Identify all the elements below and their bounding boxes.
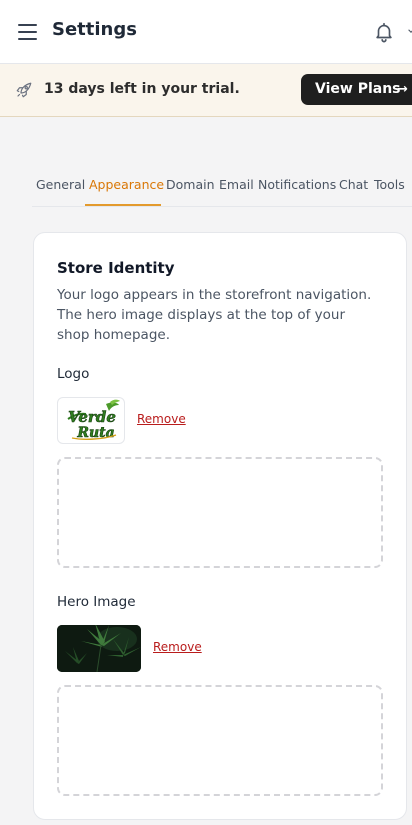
section-title: Store Identity xyxy=(57,259,175,277)
trial-message: 13 days left in your trial. xyxy=(44,81,240,97)
tab-appearance[interactable]: Appearance xyxy=(89,177,164,192)
hero-image-preview xyxy=(57,625,141,672)
chevron-down-icon[interactable] xyxy=(408,26,412,36)
tab-notifications[interactable]: Notifications xyxy=(258,177,336,192)
trial-banner: 13 days left in your trial. View Plans → xyxy=(0,64,412,117)
view-plans-button[interactable]: View Plans → xyxy=(301,74,412,105)
bell-icon[interactable] xyxy=(373,21,395,43)
verde-ruta-logo: Verde Ruta xyxy=(67,399,120,441)
store-identity-card: Store Identity Your logo appears in the … xyxy=(33,232,407,820)
logo-upload-dropzone[interactable] xyxy=(57,457,383,568)
logo-label: Logo xyxy=(57,366,90,382)
remove-hero-image-link[interactable]: Remove xyxy=(153,640,202,654)
hero-image-label: Hero Image xyxy=(57,594,136,610)
remove-logo-link[interactable]: Remove xyxy=(137,412,186,426)
rocket-icon xyxy=(16,82,32,98)
tab-chat[interactable]: Chat xyxy=(339,177,368,192)
cannabis-leaf-image xyxy=(57,625,141,672)
arrow-right-icon: → xyxy=(397,82,408,97)
tab-tools[interactable]: Tools xyxy=(374,177,405,192)
top-bar: Settings xyxy=(0,0,412,64)
active-tab-indicator xyxy=(85,204,161,206)
settings-tabs: General Appearance Domain Email Notifica… xyxy=(32,170,412,207)
page-title: Settings xyxy=(52,19,137,40)
logo-preview: Verde Ruta xyxy=(57,397,125,444)
tab-general[interactable]: General xyxy=(36,177,85,192)
tab-email[interactable]: Email xyxy=(219,177,254,192)
hero-image-upload-dropzone[interactable] xyxy=(57,685,383,796)
svg-text:Verde: Verde xyxy=(68,408,116,426)
section-description: Your logo appears in the storefront navi… xyxy=(57,287,372,343)
view-plans-label: View Plans xyxy=(315,81,401,97)
tab-domain[interactable]: Domain xyxy=(166,177,215,192)
hamburger-menu-icon[interactable] xyxy=(18,24,38,40)
